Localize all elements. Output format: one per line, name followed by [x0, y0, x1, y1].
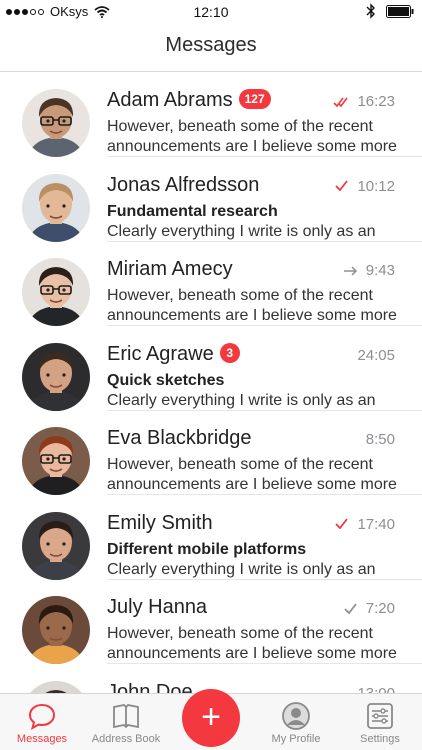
message-preview-line: However, beneath some of the recent [107, 625, 373, 642]
message-row[interactable]: July Hanna 7:20 However, beneath some of t… [0, 580, 422, 664]
compose-button[interactable]: + [182, 689, 240, 747]
message-time: 24:05 [357, 346, 395, 364]
battery-icon [386, 4, 414, 18]
message-preview-line: announcements are I believe some more [107, 307, 397, 324]
message-list[interactable]: Adam Abrams 127 16:23 However, beneath some… [0, 73, 422, 693]
contact-name-text: July Hanna [107, 596, 208, 618]
contact-name: Emily Smith [107, 512, 213, 535]
message-subject: Fundamental research [107, 202, 278, 220]
message-preview-line: However, beneath some of the recent [107, 287, 373, 304]
message-meta: 9:43 [342, 262, 395, 279]
tab-label: Settings [360, 733, 400, 745]
contact-name: Adam Abrams 127 [107, 89, 271, 112]
check-icon [335, 518, 349, 530]
message-row[interactable]: Miriam Amecy 9:43 However, beneath some of… [0, 242, 422, 326]
status-bar: OKsys 12:10 [0, 0, 422, 24]
message-preview-line: Clearly everything I write is only as an [107, 560, 376, 578]
message-row[interactable]: Adam Abrams 127 16:23 However, beneath some… [0, 73, 422, 157]
contact-name: Miriam Amecy [107, 258, 233, 281]
message-meta: 16:23 [333, 93, 395, 110]
message-row[interactable]: Eva Blackbridge 8:50 However, beneath some… [0, 411, 422, 495]
contact-name-text: Adam Abrams [107, 89, 233, 111]
message-time: 7:20 [365, 600, 395, 617]
message-row[interactable]: Eric Agrawe 3 24:05 Quick sketches Clearly e… [0, 327, 422, 411]
message-meta: 17:40 [333, 516, 395, 533]
message-meta: 24:05 [357, 347, 395, 364]
contact-name-text: Emily Smith [107, 511, 213, 534]
message-preview-line: However, beneath some of the recent [107, 456, 373, 473]
contact-name: Jonas Alfredsson [107, 174, 259, 197]
check-icon [335, 180, 349, 192]
message-time: 9:43 [365, 262, 395, 279]
message-meta: 8:50 [366, 431, 395, 448]
contact-name: Eric Agrawe 3 [107, 342, 240, 366]
message-row[interactable]: Emily Smith 17:40 Different mobile platfor… [0, 496, 422, 580]
contact-name: Eva Blackbridge [107, 427, 252, 450]
check-icon [344, 602, 357, 614]
tab-messages[interactable]: Messages [0, 694, 84, 750]
message-meta: 7:20 [342, 600, 395, 617]
status-time: 12:10 [193, 4, 229, 20]
contact-name-text: John Doe [107, 680, 193, 694]
unread-badge: 3 [219, 342, 240, 363]
message-time: 10:12 [357, 177, 395, 195]
contact-name-text: Eric Agrawe [107, 342, 214, 365]
contact-name-text: Eva Blackbridge [107, 427, 252, 449]
message-preview-line: Clearly everything I write is only as an [107, 222, 376, 240]
avatar[interactable] [22, 173, 90, 242]
forward-arrow-icon [343, 265, 357, 276]
profile-icon [282, 702, 310, 730]
page-title: Messages [165, 34, 257, 56]
tab-my-profile[interactable]: My Profile [254, 694, 338, 750]
tab-address-book[interactable]: Address Book [84, 694, 168, 750]
message-time: 8:50 [365, 431, 395, 448]
message-meta: 13:00 [357, 685, 395, 694]
message-preview-line: announcements are I believe some more [107, 138, 397, 155]
message-meta: 10:12 [333, 178, 395, 195]
message-row[interactable]: Jonas Alfredsson 10:12 Fundamental researc… [0, 158, 422, 242]
avatar[interactable] [22, 511, 90, 580]
chat-bubble-icon [28, 703, 56, 731]
tab-label: My Profile [271, 733, 321, 745]
tab-label: Messages [16, 733, 68, 745]
avatar[interactable] [22, 89, 90, 157]
status-right [366, 3, 414, 19]
contact-name: John Doe [107, 681, 193, 694]
message-preview-line: announcements are I believe some more [107, 476, 397, 493]
message-subject: Quick sketches [107, 371, 225, 389]
avatar[interactable] [22, 342, 90, 411]
message-time: 16:23 [357, 93, 395, 110]
tab-label: Address Book [91, 733, 161, 745]
message-time: 17:40 [357, 515, 395, 533]
message-preview-line: announcements are I believe some more [107, 645, 397, 662]
bluetooth-icon [366, 3, 375, 19]
unread-badge: 127 [238, 89, 271, 109]
tab-settings[interactable]: Settings [338, 694, 422, 750]
contact-name-text: Miriam Amecy [107, 258, 233, 280]
avatar[interactable] [22, 258, 90, 326]
avatar[interactable] [22, 427, 90, 495]
double-check-icon [333, 97, 349, 107]
book-icon [113, 704, 139, 729]
avatar[interactable] [22, 596, 90, 664]
plus-icon: + [201, 698, 221, 736]
message-subject: Different mobile platforms [107, 540, 307, 558]
message-preview-line: Clearly everything I write is only as an [107, 391, 376, 409]
avatar[interactable] [22, 680, 90, 693]
settings-sliders-icon [367, 703, 393, 729]
contact-name-text: Jonas Alfredsson [107, 173, 260, 196]
navigation-bar: Messages [0, 24, 422, 72]
contact-name: July Hanna [107, 596, 207, 619]
message-preview-line: However, beneath some of the recent [107, 118, 373, 135]
message-time: 13:00 [357, 684, 395, 694]
